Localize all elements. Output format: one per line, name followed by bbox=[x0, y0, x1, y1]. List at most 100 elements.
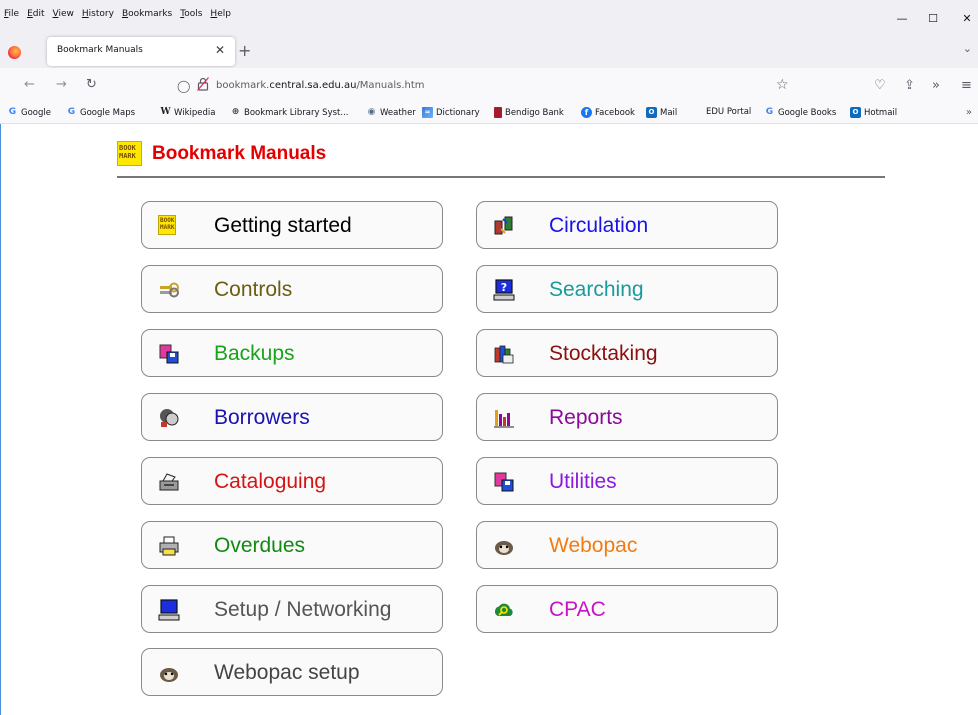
bookmark-wikipedia[interactable]: W Wikipedia bbox=[160, 107, 215, 118]
menu-bookmarks[interactable]: Bookmarks bbox=[122, 9, 172, 19]
minimize-button[interactable]: — bbox=[895, 12, 909, 26]
button-label: Backups bbox=[214, 342, 295, 365]
new-tab-button[interactable]: + bbox=[238, 41, 251, 60]
url-path: /Manuals.htm bbox=[356, 80, 425, 91]
menu-tools[interactable]: Tools bbox=[180, 9, 202, 19]
url-text[interactable]: bookmark.central.sa.edu.au/Manuals.htm bbox=[216, 80, 425, 91]
bookmarks-overflow-chevron-icon[interactable]: » bbox=[966, 107, 972, 118]
page-title: Bookmark Manuals bbox=[152, 142, 327, 164]
globe-icon: ⊕ bbox=[231, 107, 240, 117]
setup-networking-button[interactable]: Setup / Networking bbox=[141, 585, 443, 633]
back-button[interactable]: ← bbox=[24, 77, 35, 92]
getting-started-button[interactable]: BOOK MARK Getting started bbox=[141, 201, 443, 249]
bookmark-logo-icon: BOOK MARK bbox=[117, 141, 142, 166]
bookmark-mail[interactable]: O Mail bbox=[646, 107, 677, 118]
overdues-button[interactable]: Overdues bbox=[141, 521, 443, 569]
insecure-lock-icon[interactable] bbox=[197, 77, 209, 91]
ferret-icon bbox=[160, 668, 178, 682]
backups-button[interactable]: Backups bbox=[141, 329, 443, 377]
button-label: Stocktaking bbox=[549, 342, 658, 365]
cataloguing-button[interactable]: Cataloguing bbox=[141, 457, 443, 505]
button-label: Utilities bbox=[549, 470, 617, 493]
bookmark-label: Wikipedia bbox=[174, 107, 216, 118]
bookmark-label: Dictionary bbox=[436, 107, 480, 118]
computer-icon bbox=[158, 599, 180, 621]
button-label: Circulation bbox=[549, 214, 649, 237]
bookmark-google[interactable]: G Google bbox=[7, 107, 51, 118]
bookmark-facebook[interactable]: f Facebook bbox=[581, 107, 635, 118]
wikipedia-icon: W bbox=[160, 107, 171, 117]
button-label: Setup / Networking bbox=[214, 598, 392, 621]
bookmark-dictionary[interactable]: ≈ Dictionary bbox=[422, 107, 480, 118]
searching-button[interactable]: ? Searching bbox=[476, 265, 778, 313]
tab-close-icon[interactable]: ✕ bbox=[215, 43, 225, 57]
menu-history[interactable]: History bbox=[82, 9, 114, 19]
button-label: Cataloguing bbox=[214, 470, 327, 493]
webopac-setup-button[interactable]: Webopac setup bbox=[141, 648, 443, 696]
tab-list-chevron-icon[interactable]: ⌄ bbox=[963, 42, 972, 55]
circulation-button[interactable]: Circulation bbox=[476, 201, 778, 249]
bookmark-bendigo-bank[interactable]: Bendigo Bank bbox=[494, 107, 564, 118]
bookmark-label: EDU Portal bbox=[706, 107, 752, 117]
button-label: Webopac setup bbox=[214, 661, 360, 684]
tab-bookmark-manuals[interactable]: Bookmark Manuals ✕ bbox=[47, 37, 235, 66]
stocktaking-icon bbox=[494, 345, 514, 364]
bookmark-label: Google bbox=[21, 107, 51, 118]
bookmark-library-system[interactable]: ⊕ Bookmark Library Syst... bbox=[230, 107, 349, 118]
utilities-button[interactable]: Utilities bbox=[476, 457, 778, 505]
borrowers-icon bbox=[160, 409, 179, 427]
menu-help[interactable]: Help bbox=[210, 9, 231, 19]
controls-button[interactable]: Controls bbox=[141, 265, 443, 313]
circulation-icon bbox=[494, 216, 513, 235]
menu-edit[interactable]: Edit bbox=[27, 9, 44, 19]
overflow-icon[interactable]: » bbox=[932, 78, 940, 93]
tab-title: Bookmark Manuals bbox=[57, 45, 143, 55]
bookmark-star-icon[interactable]: ☆ bbox=[776, 77, 789, 93]
bookmark-label: Mail bbox=[660, 107, 678, 118]
firefox-logo-icon[interactable] bbox=[8, 46, 21, 59]
tracking-protection-shield-icon[interactable]: ◯ bbox=[177, 79, 190, 93]
button-label: Reports bbox=[549, 406, 623, 429]
facebook-icon: f bbox=[581, 107, 592, 118]
share-icon[interactable]: ⇪ bbox=[904, 78, 915, 93]
webopac-button[interactable]: Webopac bbox=[476, 521, 778, 569]
header-divider bbox=[117, 176, 885, 178]
menu-bar: File Edit View History Bookmarks Tools H… bbox=[0, 0, 978, 34]
menu-file[interactable]: File bbox=[4, 9, 19, 19]
bookmark-label: Google Books bbox=[778, 107, 837, 118]
reports-icon bbox=[494, 410, 514, 428]
google-icon: G bbox=[8, 107, 17, 117]
forward-button[interactable]: → bbox=[56, 77, 67, 92]
reports-button[interactable]: Reports bbox=[476, 393, 778, 441]
bookmark-edu-portal[interactable]: EDU Portal bbox=[706, 107, 751, 117]
google-books-icon: G bbox=[765, 107, 774, 117]
bookmark-google-maps[interactable]: G Google Maps bbox=[66, 107, 135, 118]
bookmark-hotmail[interactable]: O Hotmail bbox=[850, 107, 897, 118]
bookmark-google-books[interactable]: G Google Books bbox=[764, 107, 836, 118]
close-window-button[interactable]: ✕ bbox=[960, 12, 974, 26]
menu-icon[interactable]: ≡ bbox=[961, 78, 972, 93]
backup-icon bbox=[159, 344, 179, 364]
keys-icon bbox=[160, 282, 179, 298]
button-label: Controls bbox=[214, 278, 293, 301]
book-icon: BOOK MARK bbox=[158, 215, 180, 237]
menu-view[interactable]: View bbox=[53, 9, 74, 19]
button-label: Borrowers bbox=[214, 406, 310, 429]
maximize-button[interactable]: ☐ bbox=[926, 12, 940, 26]
url-domain-prefix: bookmark. bbox=[216, 80, 270, 91]
search-computer-icon: ? bbox=[493, 279, 515, 301]
cataloguing-icon bbox=[159, 473, 179, 491]
bookmark-label: Facebook bbox=[595, 107, 635, 118]
bendigo-bank-icon bbox=[494, 107, 502, 118]
bookmark-weather[interactable]: ◉ Weather bbox=[366, 107, 416, 118]
window-edge bbox=[0, 124, 1, 715]
svg-text:?: ? bbox=[501, 281, 507, 294]
button-label: CPAC bbox=[549, 598, 606, 621]
dictionary-icon: ≈ bbox=[422, 107, 433, 118]
borrowers-button[interactable]: Borrowers bbox=[141, 393, 443, 441]
stocktaking-button[interactable]: Stocktaking bbox=[476, 329, 778, 377]
pocket-icon[interactable]: ♡ bbox=[874, 78, 886, 93]
reload-button[interactable]: ↻ bbox=[86, 77, 97, 92]
cpac-button[interactable]: CPAC bbox=[476, 585, 778, 633]
weather-icon: ◉ bbox=[367, 107, 376, 117]
